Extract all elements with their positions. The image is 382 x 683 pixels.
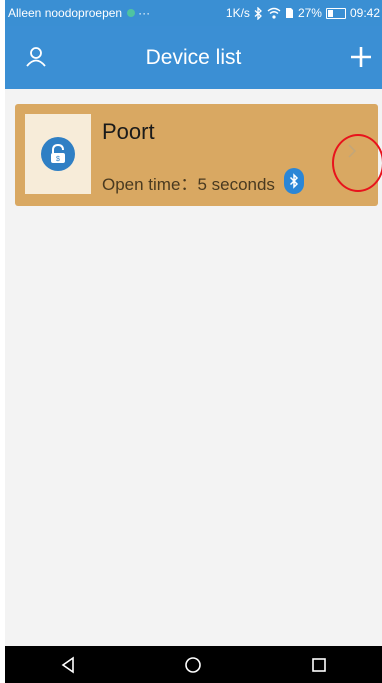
home-icon <box>185 656 202 673</box>
open-time-value: 5 seconds <box>197 175 275 194</box>
nav-bar <box>5 646 382 683</box>
back-button[interactable] <box>48 650 88 680</box>
lock-icon: $ <box>41 137 75 171</box>
battery-percent: 27% <box>297 6 322 20</box>
status-right: 1K/s 27% 09:42 <box>226 6 382 20</box>
battery-icon <box>325 7 346 19</box>
open-time-label: Open time： <box>102 175 198 194</box>
status-time: 09:42 <box>349 6 380 20</box>
sim-icon <box>285 8 293 18</box>
add-icon[interactable] <box>350 46 372 68</box>
chevron-right-icon[interactable] <box>342 140 362 166</box>
recents-button[interactable] <box>299 650 339 680</box>
notification-dot-icon <box>127 9 136 17</box>
carrier-text: Alleen noodoproepen <box>8 6 123 20</box>
wifi-icon <box>267 7 281 19</box>
svg-text:$: $ <box>56 156 60 163</box>
app-bar: Device list <box>5 26 382 89</box>
device-card[interactable]: $ Poort Open time：5 seconds <box>15 104 382 206</box>
network-speed: 1K/s <box>225 6 250 20</box>
device-thumbnail: $ <box>25 114 91 194</box>
recents-icon <box>312 657 326 672</box>
home-button[interactable] <box>173 650 213 680</box>
status-bar: Alleen noodoproepen ··· 1K/s 27% 09:42 <box>5 0 382 26</box>
bluetooth-icon <box>254 6 262 20</box>
bluetooth-icon <box>284 168 304 194</box>
back-icon <box>61 655 74 674</box>
status-left: Alleen noodoproepen ··· <box>5 6 150 20</box>
device-list: $ Poort Open time：5 seconds <box>5 89 382 646</box>
overflow-text: ··· <box>138 6 151 20</box>
device-name: Poort <box>102 119 155 144</box>
page-title: Device list <box>145 46 242 69</box>
open-time: Open time：5 seconds <box>102 170 287 195</box>
